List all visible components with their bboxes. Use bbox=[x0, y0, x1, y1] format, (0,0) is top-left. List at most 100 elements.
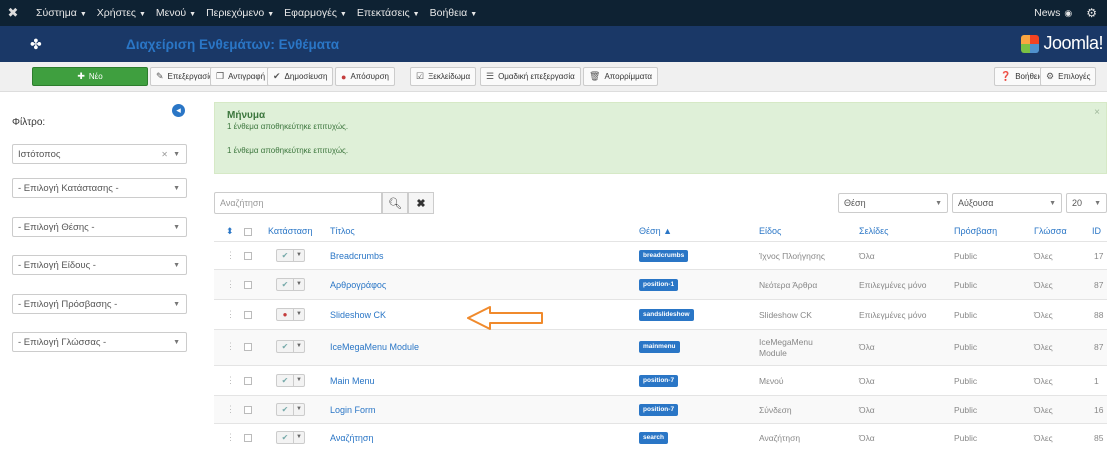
chevron-down-icon: ▼ bbox=[173, 261, 180, 269]
menu-extensions[interactable]: Επεκτάσεις ▼ bbox=[357, 7, 420, 19]
row-checkbox[interactable] bbox=[244, 281, 252, 289]
menu-help[interactable]: Βοήθεια ▼ bbox=[430, 7, 478, 19]
menu-users[interactable]: Χρήστες ▼ bbox=[97, 7, 146, 19]
column-position[interactable]: Θέση ▲ bbox=[639, 226, 672, 236]
joomla-icon[interactable]: ✖ bbox=[0, 5, 26, 21]
menu-components[interactable]: Εφαρμογές ▼ bbox=[284, 7, 347, 19]
filter-language-select[interactable]: - Επιλογή Γλώσσας - ▼ bbox=[12, 332, 187, 352]
column-language[interactable]: Γλώσσα bbox=[1034, 226, 1067, 236]
chevron-down-icon[interactable]: ▼ bbox=[293, 308, 305, 321]
copy-button[interactable]: ❐ Αντιγραφή bbox=[210, 67, 272, 86]
publish-toggle[interactable]: ✔ bbox=[276, 249, 294, 262]
row-checkbox[interactable] bbox=[244, 434, 252, 442]
unpublish-button[interactable]: ● Απόσυρση bbox=[335, 67, 395, 86]
row-title-link[interactable]: Αρθρογράφος bbox=[330, 280, 386, 290]
sort-icon[interactable]: ⬍ bbox=[226, 226, 234, 237]
drag-handle-icon[interactable]: ⋮ bbox=[226, 432, 235, 443]
menu-content[interactable]: Περιεχόμενο ▼ bbox=[206, 7, 274, 19]
gear-icon[interactable]: ⚙ bbox=[1086, 6, 1097, 20]
chevron-down-icon: ▼ bbox=[173, 184, 180, 192]
search-button[interactable]: 🔍︎ bbox=[382, 192, 408, 214]
page-title: Διαχείριση Ενθεμάτων: Ενθέματα bbox=[126, 36, 340, 52]
row-title-link[interactable]: Slideshow CK bbox=[330, 310, 386, 320]
row-language: Όλες bbox=[1034, 310, 1053, 320]
row-type: IceMegaMenu Module bbox=[759, 337, 813, 358]
filter-access-select[interactable]: - Επιλογή Πρόσβασης - ▼ bbox=[12, 294, 187, 314]
chevron-down-icon[interactable]: ▼ bbox=[293, 431, 305, 444]
publish-button[interactable]: ✔ Δημοσίευση bbox=[267, 67, 334, 86]
publish-toggle[interactable]: ✔ bbox=[276, 374, 294, 387]
publish-toggle[interactable]: ✔ bbox=[276, 340, 294, 353]
row-checkbox[interactable] bbox=[244, 252, 252, 260]
drag-handle-icon[interactable]: ⋮ bbox=[226, 341, 235, 352]
row-title-link[interactable]: Breadcrumbs bbox=[330, 251, 384, 261]
publish-toggle[interactable]: ✔ bbox=[276, 403, 294, 416]
chevron-down-icon[interactable]: ▼ bbox=[293, 374, 305, 387]
row-id: 16 bbox=[1094, 405, 1104, 415]
column-id[interactable]: ID bbox=[1092, 226, 1101, 236]
row-title-link[interactable]: IceMegaMenu Module bbox=[330, 342, 419, 352]
column-pages[interactable]: Σελίδες bbox=[859, 226, 888, 236]
new-button[interactable]: ✚ Νέο bbox=[32, 67, 148, 86]
row-title-link[interactable]: Αναζήτηση bbox=[330, 433, 373, 443]
publish-toggle[interactable]: ✔ bbox=[276, 278, 294, 291]
row-checkbox[interactable] bbox=[244, 377, 252, 385]
news-link[interactable]: News bbox=[1034, 7, 1060, 19]
order-select[interactable]: Αύξουσα ▼ bbox=[952, 193, 1062, 213]
chevron-down-icon[interactable]: ▼ bbox=[293, 340, 305, 353]
sidebar-toggle-icon[interactable]: ◂ bbox=[172, 104, 185, 117]
position-badge: breadcrumbs bbox=[639, 250, 689, 262]
row-checkbox[interactable] bbox=[244, 311, 252, 319]
row-id: 88 bbox=[1094, 310, 1104, 320]
menu-system[interactable]: Σύστημα ▼ bbox=[36, 7, 87, 19]
row-language: Όλες bbox=[1034, 251, 1053, 261]
unpublished-toggle[interactable]: ● bbox=[276, 308, 294, 321]
position-badge: search bbox=[639, 432, 668, 444]
publish-toggle[interactable]: ✔ bbox=[276, 431, 294, 444]
copy-icon: ❐ bbox=[216, 71, 225, 81]
chevron-down-icon[interactable]: ▼ bbox=[293, 278, 305, 291]
rss-icon[interactable]: ◉ bbox=[1064, 8, 1072, 19]
clear-search-button[interactable]: ✖ bbox=[408, 192, 434, 214]
trash-button[interactable]: 🗑 Απορρίμματα bbox=[583, 67, 659, 86]
limit-select[interactable]: 20 ▼ bbox=[1066, 193, 1107, 213]
row-checkbox[interactable] bbox=[244, 406, 252, 414]
row-language: Όλες bbox=[1034, 405, 1053, 415]
clear-icon[interactable]: ✕ bbox=[161, 150, 168, 159]
drag-handle-icon[interactable]: ⋮ bbox=[226, 250, 235, 261]
batch-button[interactable]: ☰ Ομαδική επεξεργασία bbox=[480, 67, 581, 86]
menu-menus[interactable]: Μενού ▼ bbox=[156, 7, 196, 19]
column-access[interactable]: Πρόσβαση bbox=[954, 226, 997, 236]
column-status[interactable]: Κατάσταση bbox=[268, 226, 312, 236]
filter-type-select[interactable]: - Επιλογή Είδους - ▼ bbox=[12, 255, 187, 275]
row-checkbox[interactable] bbox=[244, 343, 252, 351]
row-pages: Όλα bbox=[859, 342, 875, 352]
chevron-down-icon[interactable]: ▼ bbox=[293, 403, 305, 416]
joomla-logo-icon bbox=[1021, 34, 1040, 53]
filter-client-select[interactable]: Ιστότοπος ✕ ▼ bbox=[12, 144, 187, 164]
checkin-button[interactable]: ☑ Ξεκλείδωμα bbox=[410, 67, 477, 86]
row-pages: Όλα bbox=[859, 433, 875, 443]
options-button[interactable]: ⚙ Επιλογές bbox=[1040, 67, 1097, 86]
column-type[interactable]: Είδος bbox=[759, 226, 781, 236]
filter-state-select[interactable]: - Επιλογή Κατάστασης - ▼ bbox=[12, 178, 187, 198]
row-title-link[interactable]: Main Menu bbox=[330, 376, 375, 386]
search-input[interactable]: Αναζήτηση bbox=[214, 192, 382, 214]
column-title[interactable]: Τίτλος bbox=[330, 226, 355, 236]
row-language: Όλες bbox=[1034, 376, 1053, 386]
drag-handle-icon[interactable]: ⋮ bbox=[226, 279, 235, 290]
search-icon: 🔍︎ bbox=[388, 197, 402, 210]
filter-position-select[interactable]: - Επιλογή Θέσης - ▼ bbox=[12, 217, 187, 237]
position-badge: mainmenu bbox=[639, 341, 680, 353]
drag-handle-icon[interactable]: ⋮ bbox=[226, 375, 235, 386]
row-pages: Επιλεγμένες μόνο bbox=[859, 310, 927, 320]
select-all-checkbox[interactable] bbox=[244, 228, 252, 236]
row-language: Όλες bbox=[1034, 280, 1053, 290]
drag-handle-icon[interactable]: ⋮ bbox=[226, 309, 235, 320]
row-type: Νεότερα Άρθρα bbox=[759, 280, 818, 290]
row-title-link[interactable]: Login Form bbox=[330, 405, 376, 415]
close-icon[interactable]: × bbox=[1094, 107, 1100, 118]
sort-select[interactable]: Θέση ▼ bbox=[838, 193, 948, 213]
chevron-down-icon[interactable]: ▼ bbox=[293, 249, 305, 262]
drag-handle-icon[interactable]: ⋮ bbox=[226, 404, 235, 415]
